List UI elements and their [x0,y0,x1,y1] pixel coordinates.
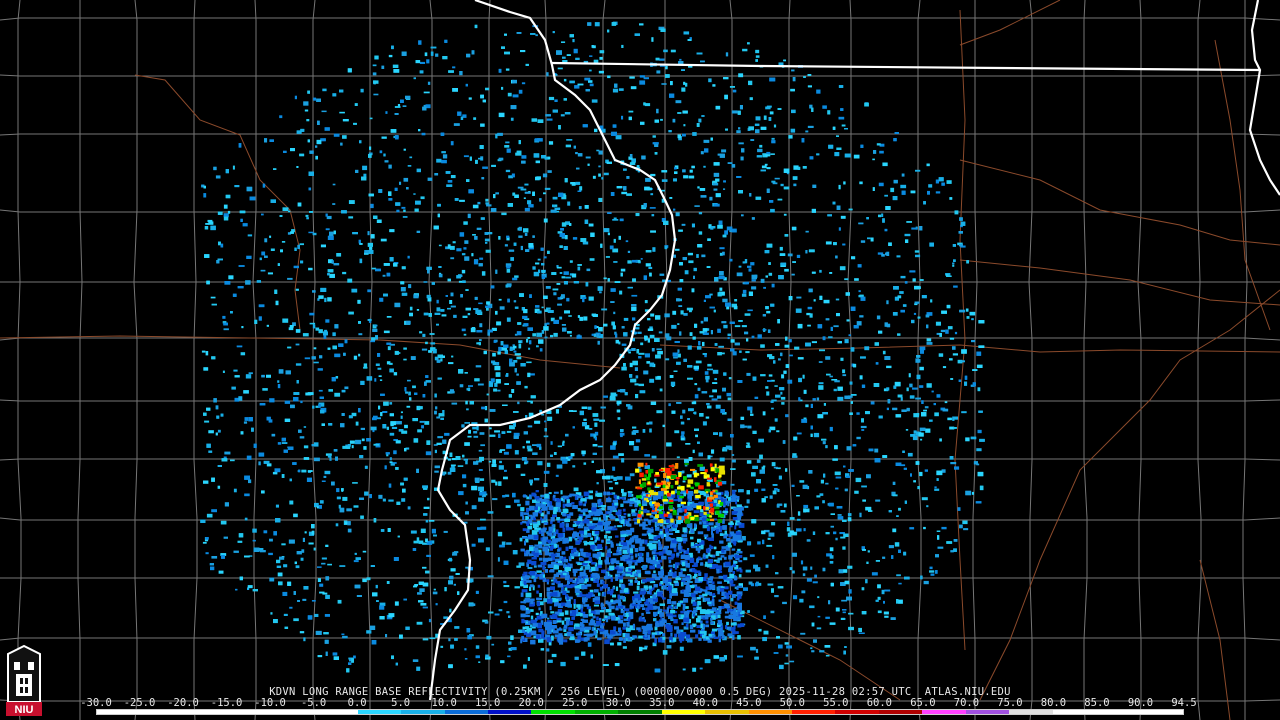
legend-tick: 0.0 [347,697,367,709]
legend-tick: 40.0 [692,697,718,709]
radar-map [0,0,1280,720]
legend-tick: -30.0 [80,697,112,709]
legend-color-cell [661,710,706,714]
legend-color-cell [357,710,402,714]
legend-tick: -15.0 [210,697,243,709]
legend-tick: 75.0 [997,697,1023,709]
legend-color-cell [314,710,358,714]
legend-color-cell [401,710,445,714]
legend-color-cell [140,710,184,714]
legend-color-cell [227,710,271,714]
legend-tick: -5.0 [300,697,327,709]
legend-tick: 25.0 [562,697,588,709]
legend-color-cell [792,710,836,714]
legend-color-cell [1009,710,1053,714]
legend-color-cell [531,710,575,714]
niu-logo: NIU [6,644,42,716]
legend-tick: 10.0 [431,697,457,709]
legend-color-cell [574,710,619,714]
legend-tick-labels: -30.0 -25.0 -20.0 -15.0 -10.0 -5.0 0.0 5.0 10.0 1… [80,697,1197,709]
legend-color-cell [835,710,879,714]
legend-tick: 70.0 [953,697,980,709]
legend-color-cell [444,710,488,714]
reflectivity-color-bar [96,709,1184,715]
legend-tick: 50.0 [779,697,805,709]
logo-text: NIU [15,704,34,716]
legend-tick: 60.0 [866,697,893,709]
legend-tick: 65.0 [910,697,936,709]
legend-color-cell [878,710,923,714]
legend-tick: 45.0 [736,697,762,709]
legend-tick: 5.0 [391,697,411,709]
legend-color-cell [1052,710,1097,714]
legend-tick: 20.0 [518,697,544,709]
legend-tick: -10.0 [254,697,286,709]
legend-tick: -25.0 [123,697,156,709]
legend-tick: 35.0 [649,697,675,709]
legend-tick: -20.0 [167,697,199,709]
legend-color-cell [965,710,1010,714]
legend-tick: 80.0 [1040,697,1067,709]
legend-color-cell [270,710,315,714]
legend-color-cell [618,710,662,714]
legend-tick: 30.0 [605,697,631,709]
legend-tick: 15.0 [475,697,501,709]
legend-color-cell [1139,710,1183,714]
legend-color-cell [705,710,749,714]
legend-color-cell [922,710,966,714]
legend-color-cell [1096,710,1140,714]
legend-tick: 55.0 [823,697,849,709]
legend-tick: 90.0 [1127,697,1154,709]
legend-color-cell [487,710,532,714]
legend-color-cell [97,710,141,714]
legend-color-cell [748,710,792,714]
legend-tick: 94.5 [1171,697,1197,709]
legend-tick: 85.0 [1084,697,1110,709]
legend-color-cell [183,710,228,714]
